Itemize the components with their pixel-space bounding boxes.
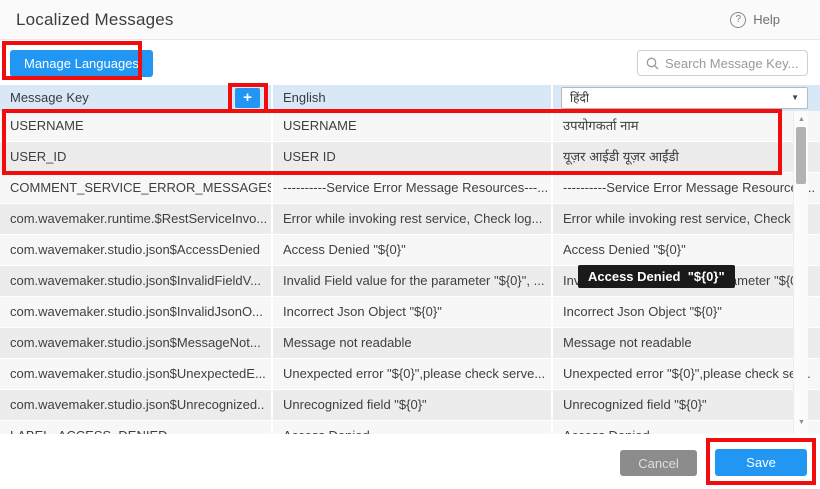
tooltip: Access Denied "${0}" [578, 265, 735, 288]
table-row[interactable]: USER_IDUSER IDयूज़र आईडी यूज़र आईंडी [0, 142, 820, 173]
message-key-cell: com.wavemaker.studio.json$InvalidJsonO..… [0, 297, 273, 327]
english-cell: Unexpected error "${0}",please check ser… [273, 359, 553, 389]
table-header: Message Key English हिंदी ▼ [0, 85, 820, 111]
hindi-cell: Unrecognized field "${0}" [553, 390, 820, 420]
column-header-message-key: Message Key [0, 85, 273, 111]
table-row[interactable]: com.wavemaker.studio.json$MessageNot...M… [0, 328, 820, 359]
english-cell: Error while invoking rest service, Check… [273, 204, 553, 234]
help-icon: ? [730, 12, 746, 28]
message-key-cell: com.wavemaker.studio.json$AccessDenied [0, 235, 273, 265]
add-message-key-button[interactable]: + [235, 88, 260, 108]
message-key-cell: LABEL_ACCESS_DENIED [0, 421, 273, 434]
table-row[interactable]: com.wavemaker.runtime.$RestServiceInvo..… [0, 204, 820, 235]
vertical-scrollbar[interactable]: ▲ ▼ [793, 111, 808, 434]
table-row[interactable]: com.wavemaker.studio.json$AccessDeniedAc… [0, 235, 820, 266]
english-cell: Invalid Field value for the parameter "$… [273, 266, 553, 296]
search-icon [646, 57, 659, 70]
hindi-cell: Access Denied "${0}" [553, 235, 820, 265]
localized-messages-dialog: Localized Messages ? Help Manage Languag… [0, 0, 820, 489]
cancel-button[interactable]: Cancel [620, 450, 697, 476]
search-input[interactable] [665, 56, 799, 71]
message-key-cell: com.wavemaker.studio.json$UnexpectedE... [0, 359, 273, 389]
table-row[interactable]: com.wavemaker.studio.json$Unrecognized..… [0, 390, 820, 421]
search-box[interactable] [637, 50, 808, 76]
message-key-cell: com.wavemaker.studio.json$Unrecognized.. [0, 390, 273, 420]
table-row[interactable]: com.wavemaker.studio.json$UnexpectedE...… [0, 359, 820, 390]
scrollbar-thumb[interactable] [796, 127, 806, 184]
hindi-cell: Message not readable [553, 328, 820, 358]
english-cell: Incorrect Json Object "${0}" [273, 297, 553, 327]
column-header-english: English [273, 85, 553, 111]
hindi-cell: Access Denied [553, 421, 820, 434]
message-key-cell: USER_ID [0, 142, 273, 172]
message-key-cell: com.wavemaker.studio.json$InvalidFieldV.… [0, 266, 273, 296]
english-cell: ----------Service Error Message Resource… [273, 173, 553, 203]
hindi-cell: Error while invoking rest service, Check… [553, 204, 820, 234]
scroll-down-icon[interactable]: ▼ [794, 416, 809, 430]
table-row[interactable]: LABEL_ACCESS_DENIEDAccess DeniedAccess D… [0, 421, 820, 434]
english-cell: Access Denied [273, 421, 553, 434]
hindi-cell: उपयोगकर्ता नाम [553, 111, 820, 141]
hindi-cell: Unexpected error "${0}",please check ser… [553, 359, 820, 389]
hindi-cell: ----------Service Error Message Resource… [553, 173, 820, 203]
table-row[interactable]: com.wavemaker.studio.json$InvalidJsonO..… [0, 297, 820, 328]
page-title: Localized Messages [16, 10, 174, 30]
help-label: Help [753, 12, 780, 27]
table-row[interactable]: COMMENT_SERVICE_ERROR_MESSAGES----------… [0, 173, 820, 204]
english-cell: Unrecognized field "${0}" [273, 390, 553, 420]
english-cell: Message not readable [273, 328, 553, 358]
chevron-down-icon: ▼ [791, 85, 799, 111]
help-button[interactable]: ? Help [730, 12, 780, 28]
column-header-language: हिंदी ▼ [553, 85, 820, 111]
english-cell: Access Denied "${0}" [273, 235, 553, 265]
save-button[interactable]: Save [715, 449, 807, 476]
message-key-cell: USERNAME [0, 111, 273, 141]
hindi-cell: यूज़र आईडी यूज़र आईंडी [553, 142, 820, 172]
hindi-cell: Incorrect Json Object "${0}" [553, 297, 820, 327]
table-row[interactable]: USERNAMEUSERNAMEउपयोगकर्ता नाम [0, 111, 820, 142]
language-select[interactable]: हिंदी ▼ [561, 87, 808, 109]
english-cell: USERNAME [273, 111, 553, 141]
manage-languages-button[interactable]: Manage Languages [10, 50, 153, 77]
scroll-up-icon[interactable]: ▲ [794, 113, 809, 127]
message-key-cell: com.wavemaker.studio.json$MessageNot... [0, 328, 273, 358]
title-bar: Localized Messages ? Help [0, 0, 820, 40]
language-selected-value: हिंदी [570, 85, 589, 111]
english-cell: USER ID [273, 142, 553, 172]
message-key-cell: COMMENT_SERVICE_ERROR_MESSAGES [0, 173, 273, 203]
message-key-cell: com.wavemaker.runtime.$RestServiceInvo..… [0, 204, 273, 234]
